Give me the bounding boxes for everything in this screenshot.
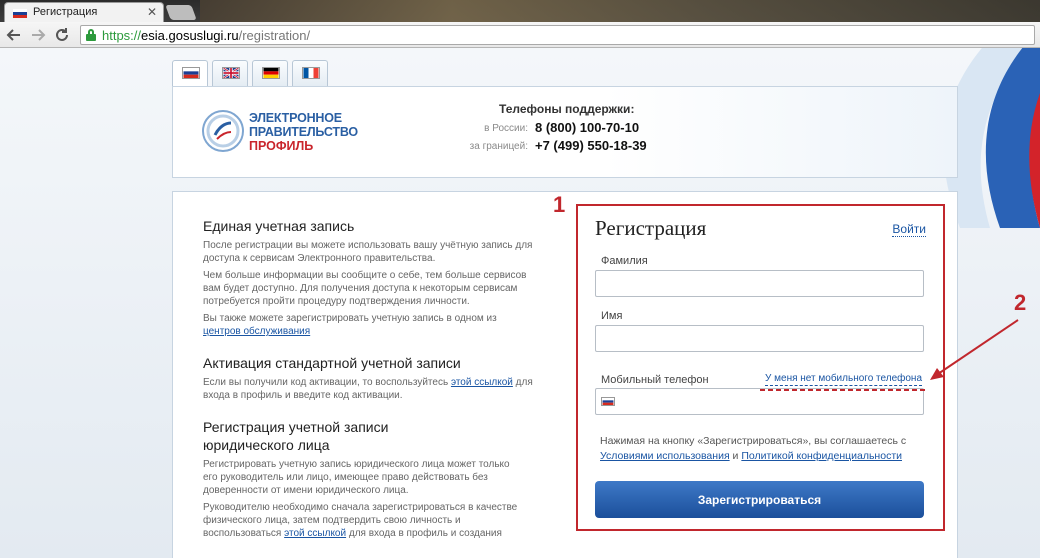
url-text: https://esia.gosuslugi.ru/registration/ <box>102 28 311 43</box>
support-number-abroad: +7 (499) 550-18-39 <box>535 138 647 153</box>
privacy-policy-link[interactable]: Политикой конфиденциальности <box>741 450 902 462</box>
terms-of-use-link[interactable]: Условиями использования <box>600 450 730 462</box>
section-text: Вы также можете зарегистрировать учетную… <box>203 313 497 337</box>
lang-tab-german[interactable] <box>252 60 288 86</box>
russia-flag-icon <box>182 67 200 79</box>
registration-form: Регистрация Войти Фамилия Имя Мобильный … <box>576 204 945 531</box>
back-arrow-icon[interactable] <box>6 27 22 43</box>
browser-tabstrip: Регистрация ✕ <box>0 0 1040 22</box>
france-flag-icon <box>302 67 320 79</box>
service-centers-link[interactable]: центров обслуживания <box>203 326 310 337</box>
surname-label: Фамилия <box>601 255 648 267</box>
login-link[interactable]: Войти <box>892 223 926 237</box>
registration-title: Регистрация <box>595 216 707 240</box>
register-button[interactable]: Зарегистрироваться <box>595 481 924 518</box>
support-number-russia: 8 (800) 100-70-10 <box>535 120 640 135</box>
section-title-activation: Активация стандартной учетной записи <box>203 355 461 371</box>
section-text: Если вы получили код активации, то воспо… <box>203 377 533 401</box>
section-text: Регистрировать учетную запись юридическо… <box>203 459 510 496</box>
phone-input[interactable] <box>595 388 924 415</box>
section-text: Чем больше информации вы сообщите о себе… <box>203 270 527 307</box>
tab-title: Регистрация <box>33 6 98 18</box>
support-label-abroad: за границей: <box>469 141 528 152</box>
surname-input[interactable] <box>595 270 924 297</box>
name-input[interactable] <box>595 325 924 352</box>
germany-flag-icon <box>262 67 280 79</box>
logo-line-1: ЭЛЕКТРОННОЕ <box>249 111 342 125</box>
info-column: Единая учетная запись После регистрации … <box>203 217 533 540</box>
forward-arrow-icon[interactable] <box>30 27 46 43</box>
section-text: Руководителю необходимо сначала зарегист… <box>203 502 518 539</box>
browser-toolbar: https://esia.gosuslugi.ru/registration/ <box>0 22 1040 48</box>
tabstrip-background <box>200 0 1040 22</box>
support-title: Телефоны поддержки: <box>499 102 635 116</box>
lang-tab-russian[interactable] <box>172 60 208 86</box>
site-header: ЭЛЕКТРОННОЕ ПРАВИТЕЛЬСТВО ПРОФИЛЬ Телефо… <box>172 86 958 178</box>
no-phone-link[interactable]: У меня нет мобильного телефона <box>765 373 923 386</box>
section-title-legal-entity: Регистрация учетной записи юридического … <box>203 419 389 453</box>
main-content: Единая учетная запись После регистрации … <box>172 191 958 558</box>
name-label: Имя <box>601 310 623 322</box>
russia-flag-icon <box>13 9 27 18</box>
lang-tab-english[interactable] <box>212 60 248 86</box>
annotation-marker-1: 1 <box>553 192 566 217</box>
logo-line-2: ПРАВИТЕЛЬСТВО <box>249 125 358 139</box>
legal-entity-link[interactable]: этой ссылкой <box>284 528 346 539</box>
section-title-single-account: Единая учетная запись <box>203 218 355 234</box>
section-text: После регистрации вы можете использовать… <box>203 240 533 264</box>
browser-tab-registration[interactable]: Регистрация ✕ <box>4 2 164 22</box>
phone-label: Мобильный телефон <box>601 374 709 386</box>
tab-close-icon[interactable]: ✕ <box>147 5 157 19</box>
address-bar[interactable]: https://esia.gosuslugi.ru/registration/ <box>80 25 1035 45</box>
russia-flag-icon <box>601 397 615 406</box>
reload-icon[interactable] <box>54 27 70 43</box>
page: ЭЛЕКТРОННОЕ ПРАВИТЕЛЬСТВО ПРОФИЛЬ Телефо… <box>0 48 1040 558</box>
terms-notice: Нажимая на кнопку «Зарегистрироваться», … <box>600 435 907 462</box>
activation-link[interactable]: этой ссылкой <box>451 377 513 388</box>
logo-line-3: ПРОФИЛЬ <box>249 139 314 153</box>
logo-text: ЭЛЕКТРОННОЕ ПРАВИТЕЛЬСТВО ПРОФИЛЬ <box>249 111 358 153</box>
support-label-russia: в России: <box>484 123 528 134</box>
government-emblem-icon <box>202 110 244 152</box>
annotation-marker-2: 2 <box>1014 290 1027 315</box>
uk-flag-icon <box>222 67 240 79</box>
new-tab-button[interactable] <box>165 5 197 20</box>
lang-tab-french[interactable] <box>292 60 328 86</box>
lock-icon <box>86 29 96 41</box>
